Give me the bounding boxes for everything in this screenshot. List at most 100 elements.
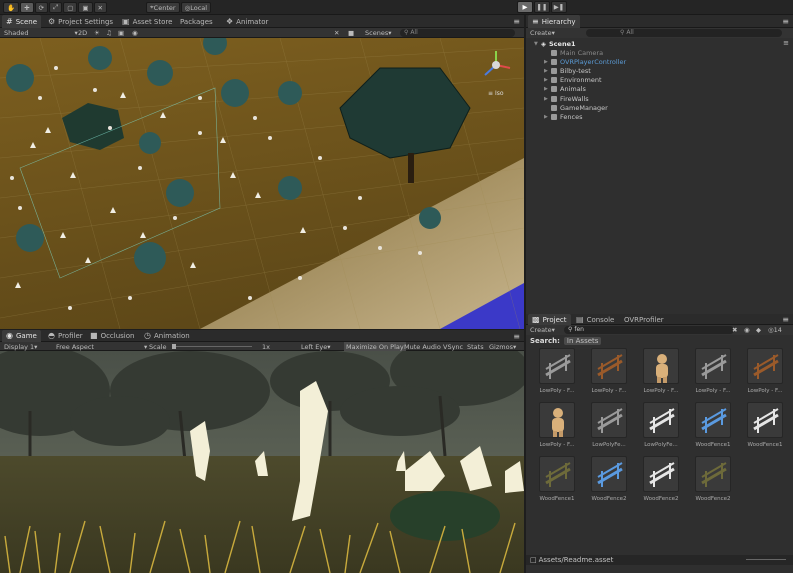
- rotate-tool-icon[interactable]: ⟳: [34, 2, 48, 13]
- asset-item[interactable]: LowPoly - F...: [638, 348, 684, 402]
- expand-arrow-icon[interactable]: ▼: [534, 41, 541, 47]
- hierarchy-item[interactable]: ▶ OVRPlayerController: [544, 57, 626, 66]
- effects-toggle-icon[interactable]: ▣: [118, 28, 124, 38]
- tab-ovrprofiler[interactable]: OVRProfiler: [620, 314, 668, 325]
- display-dropdown[interactable]: Display 1 ▾: [4, 342, 37, 351]
- project-toolbar: Create ▾ ⚲ fen ✖ ◉ ◆ ◎ 14: [526, 325, 793, 335]
- pivot-space-button[interactable]: ◎ Local: [180, 2, 212, 13]
- tab-game[interactable]: ◉ Game: [2, 330, 41, 342]
- asset-item[interactable]: WoodFence1: [534, 456, 580, 510]
- hierarchy-tab-strip: ≡ Hierarchy ≡: [526, 15, 793, 28]
- hidden-count-icon[interactable]: ◉: [132, 28, 138, 38]
- hierarchy-item[interactable]: ▶ Environment: [544, 76, 602, 85]
- asset-item[interactable]: WoodFence1: [742, 402, 788, 456]
- scene-search-input[interactable]: ⚲ All: [400, 29, 515, 37]
- tab-asset-store[interactable]: ▣ Asset Store: [118, 15, 176, 28]
- hierarchy-item[interactable]: GameManager: [544, 103, 608, 112]
- asset-item[interactable]: LowPoly - F...: [690, 348, 736, 402]
- hierarchy-item[interactable]: ▶ Animals: [544, 85, 586, 94]
- scene-viewport[interactable]: ≡ Iso: [0, 38, 524, 329]
- hierarchy-create-dropdown[interactable]: Create ▾: [530, 28, 555, 38]
- shading-dropdown[interactable]: Shaded ▾: [4, 28, 78, 38]
- maximize-on-play-toggle[interactable]: Maximize On Play: [344, 342, 406, 351]
- tab-console[interactable]: ▤ Console: [572, 314, 618, 325]
- gizmos-dropdown[interactable]: Gizmos ▾: [489, 342, 516, 351]
- fence-thumbnail-icon: [591, 348, 627, 384]
- projection-icon: ≡: [488, 90, 494, 97]
- asset-item[interactable]: LowPoly - F...: [534, 402, 580, 456]
- rect-tool-icon[interactable]: ▢: [63, 2, 78, 13]
- tab-occlusion[interactable]: ■ Occlusion: [86, 330, 138, 342]
- transform-tool-icon[interactable]: ▣: [78, 2, 93, 13]
- scale-slider-thumb[interactable]: [172, 344, 176, 349]
- hierarchy-search-input[interactable]: ⚲ All: [586, 29, 782, 37]
- asset-item[interactable]: WoodFence2: [638, 456, 684, 510]
- custom-tool-icon[interactable]: ✕: [93, 2, 107, 13]
- filter-label-icon[interactable]: ◆: [756, 325, 761, 335]
- asset-item[interactable]: WoodFence2: [690, 456, 736, 510]
- pause-button[interactable]: ❚❚: [534, 1, 550, 13]
- hierarchy-item[interactable]: ▶ Fences: [544, 112, 582, 121]
- scene-menu-icon[interactable]: ≡: [783, 39, 789, 47]
- lighting-toggle-icon[interactable]: ☀: [94, 28, 100, 38]
- expand-arrow-icon[interactable]: ▶: [544, 86, 551, 92]
- tab-profiler-label: Profiler: [57, 332, 83, 340]
- scene-gizmo[interactable]: [479, 48, 513, 82]
- game-view-render: [0, 351, 524, 573]
- asset-item[interactable]: LowPoly - F...: [586, 348, 632, 402]
- camera-icon[interactable]: ■: [348, 28, 354, 38]
- 2d-toggle[interactable]: 2D: [78, 28, 87, 38]
- audio-toggle-icon[interactable]: ♫: [106, 28, 112, 38]
- asset-item[interactable]: LowPolyFe...: [638, 402, 684, 456]
- asset-item[interactable]: LowPoly - F...: [742, 348, 788, 402]
- asset-item[interactable]: WoodFence1: [690, 402, 736, 456]
- game-viewport[interactable]: [0, 351, 524, 573]
- hierarchy-item[interactable]: Main Camera: [544, 48, 603, 57]
- scale-tool-icon[interactable]: ⤢: [49, 2, 63, 13]
- scenes-dropdown[interactable]: Scenes ▾: [365, 28, 391, 38]
- mute-audio-toggle[interactable]: Mute Audio: [404, 342, 441, 351]
- vsync-toggle[interactable]: VSync: [443, 342, 463, 351]
- tools-icon[interactable]: ✕: [334, 28, 339, 38]
- panel-menu-icon[interactable]: ≡: [782, 17, 789, 26]
- tab-project-settings[interactable]: ⚙ Project Settings: [44, 15, 117, 28]
- eye-dropdown[interactable]: Left Eye ▾: [301, 342, 331, 351]
- expand-arrow-icon[interactable]: ▶: [544, 96, 551, 102]
- expand-arrow-icon[interactable]: ▶: [544, 68, 551, 74]
- tab-profiler[interactable]: ◓ Profiler: [44, 330, 87, 342]
- project-create-dropdown[interactable]: Create ▾: [530, 325, 555, 335]
- scene-root[interactable]: ▼ ◈ Scene1: [534, 39, 576, 48]
- hierarchy-item[interactable]: ▶ Bilby-test: [544, 66, 591, 75]
- thumbnail-size-slider[interactable]: [746, 559, 786, 560]
- move-tool-icon[interactable]: ✛: [20, 2, 34, 13]
- expand-arrow-icon[interactable]: ▶: [544, 59, 551, 65]
- clear-search-icon[interactable]: ✖: [732, 325, 737, 335]
- expand-arrow-icon[interactable]: ▶: [544, 114, 551, 120]
- scope-in-assets-button[interactable]: In Assets: [563, 336, 602, 345]
- aspect-dropdown[interactable]: Free Aspect ▾: [56, 342, 147, 351]
- tab-scene[interactable]: # Scene: [2, 15, 42, 28]
- stats-toggle[interactable]: Stats: [467, 342, 484, 351]
- project-search-input[interactable]: ⚲ fen: [564, 326, 734, 334]
- play-button[interactable]: ▶: [517, 1, 533, 13]
- expand-arrow-icon[interactable]: ▶: [544, 77, 551, 83]
- hierarchy-item[interactable]: ▶ FireWalls: [544, 94, 589, 103]
- scale-slider[interactable]: [172, 344, 252, 349]
- tab-animator[interactable]: ❖ Animator: [222, 15, 272, 28]
- asset-item[interactable]: WoodFence2: [586, 456, 632, 510]
- step-button[interactable]: ▶❚: [551, 1, 567, 13]
- pivot-center-button[interactable]: ⌖ Center: [146, 2, 180, 13]
- panel-menu-icon[interactable]: ≡: [513, 17, 520, 26]
- tab-project[interactable]: ▩ Project: [528, 314, 571, 325]
- visibility-icon[interactable]: ◎ 14: [768, 325, 782, 335]
- asset-item[interactable]: LowPoly - F...: [534, 348, 580, 402]
- tab-hierarchy[interactable]: ≡ Hierarchy: [528, 15, 580, 28]
- tab-animation[interactable]: ◷ Animation: [140, 330, 194, 342]
- panel-menu-icon[interactable]: ≡: [782, 315, 789, 324]
- filter-type-icon[interactable]: ◉: [744, 325, 750, 335]
- projection-label[interactable]: ≡ Iso: [488, 90, 504, 97]
- tab-packages[interactable]: Packages: [176, 15, 217, 28]
- panel-menu-icon[interactable]: ≡: [513, 332, 520, 341]
- hand-tool-icon[interactable]: ✋: [3, 2, 20, 13]
- asset-item[interactable]: LowPolyFe...: [586, 402, 632, 456]
